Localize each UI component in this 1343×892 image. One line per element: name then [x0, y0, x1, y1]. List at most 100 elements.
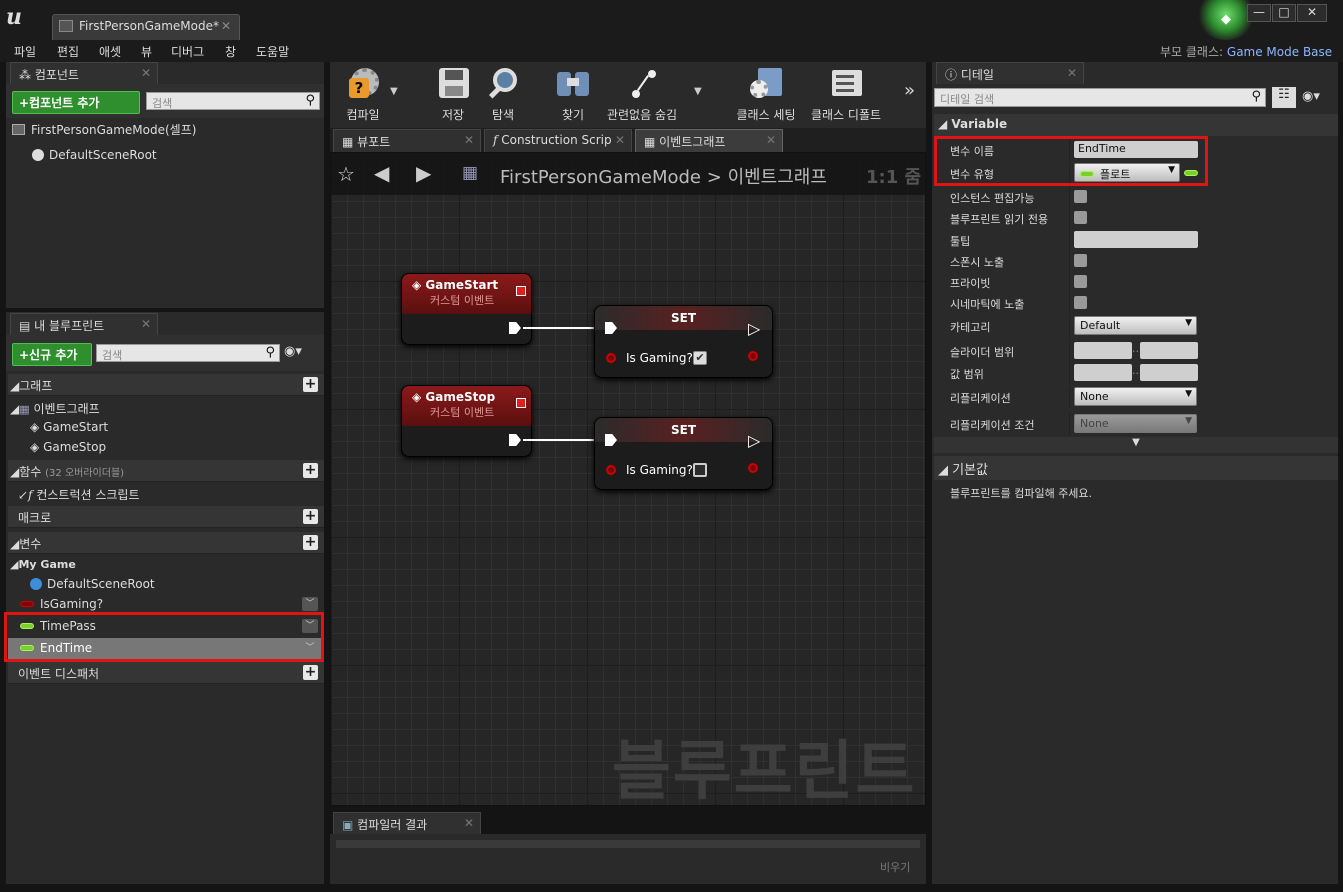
category-dropdown[interactable]: Default ▼ — [1074, 316, 1197, 335]
slider-range-min-input[interactable] — [1074, 342, 1132, 359]
tooltip-input[interactable] — [1074, 231, 1198, 248]
menu-view[interactable]: 뷰 — [141, 43, 152, 60]
close-tab-icon[interactable]: ✕ — [1067, 66, 1077, 80]
bool-input-pin[interactable] — [606, 353, 616, 363]
close-tab-icon[interactable]: ✕ — [141, 66, 151, 80]
private-checkbox[interactable] — [1074, 275, 1087, 288]
star-icon[interactable]: ☆ — [337, 162, 355, 186]
clear-button[interactable]: 비우기 — [880, 859, 910, 875]
bp-read-only-checkbox[interactable] — [1074, 211, 1087, 224]
slider-range-max-input[interactable] — [1140, 342, 1198, 359]
add-graph-button[interactable]: + — [303, 377, 318, 392]
category-macros[interactable]: 매크로 + — [8, 506, 324, 528]
back-arrow-icon[interactable]: ◀ — [374, 161, 389, 185]
exec-out-pin-icon[interactable]: ▷ — [748, 431, 760, 450]
category-event-dispatchers[interactable]: 이벤트 디스패처 + — [8, 662, 324, 684]
value-range-max-input[interactable] — [1140, 364, 1198, 381]
component-root[interactable]: FirstPersonGameMode(셀프) — [10, 118, 326, 140]
close-tab-icon[interactable]: ✕ — [464, 133, 474, 147]
eye-icon[interactable]: ◉▾ — [1302, 89, 1320, 104]
tab-viewport[interactable]: ▦ 뷰포트 ✕ — [333, 129, 481, 152]
exec-out-pin-icon[interactable]: ▷ — [748, 319, 760, 338]
event-item-gamestop[interactable]: ◈ GameStop — [28, 437, 324, 459]
chevron-down-icon[interactable]: ﹀ — [302, 597, 318, 611]
set-node[interactable]: SET — [594, 305, 773, 378]
variable-type-dropdown[interactable]: 플로트 ▼ — [1074, 163, 1180, 182]
hide-unrelated-chevron-icon[interactable]: ▼ — [694, 86, 702, 97]
chevron-down-icon[interactable]: ﹀ — [302, 619, 318, 633]
section-variable[interactable]: ◢ Variable — [934, 114, 1338, 136]
close-tab-icon[interactable]: ✕ — [221, 19, 231, 33]
close-tab-icon[interactable]: ✕ — [464, 816, 474, 830]
add-function-button[interactable]: + — [303, 463, 318, 478]
function-item-construction-script[interactable]: ↙f 컨스트럭션 스크립트 — [16, 483, 324, 505]
variable-item[interactable]: IsGaming? ﹀ — [18, 594, 324, 616]
chevron-down-icon[interactable]: ﹀ — [302, 641, 318, 655]
hide-unrelated-button[interactable]: 관련없음 숨김 — [596, 66, 688, 124]
components-search-input[interactable]: 검색 ⚲ — [146, 92, 320, 110]
value-range-min-input[interactable] — [1074, 364, 1132, 381]
checkbox-unchecked[interactable] — [693, 463, 707, 477]
replication-condition-dropdown[interactable]: None ▼ — [1074, 414, 1197, 433]
close-tab-icon[interactable]: ✕ — [141, 317, 151, 331]
tab-details[interactable]: ⓘ 디테일 ✕ — [936, 62, 1084, 84]
bool-input-pin[interactable] — [606, 465, 616, 475]
category-functions[interactable]: ◢함수 (32 오버라이더블) + — [8, 460, 324, 482]
tab-my-blueprint[interactable]: ▤ 내 블루프린트 ✕ — [10, 313, 158, 335]
add-dispatcher-button[interactable]: + — [303, 665, 318, 680]
breadcrumb-root[interactable]: FirstPersonGameMode — [500, 167, 701, 188]
event-node-gamestop[interactable]: ◈ GameStop 커스텀 이벤트 — [401, 385, 532, 457]
variable-name-input[interactable]: EndTime — [1074, 141, 1198, 158]
container-type-icon[interactable] — [1184, 170, 1198, 176]
my-blueprint-search-input[interactable]: 검색 ⚲ — [96, 344, 280, 362]
tab-construction-script[interactable]: f Construction Scrip ✕ — [484, 129, 632, 152]
browse-button[interactable]: 탐색 — [464, 66, 542, 124]
menu-asset[interactable]: 애셋 — [99, 43, 121, 60]
menu-debug[interactable]: 디버그 — [171, 43, 204, 60]
event-item-gamestart[interactable]: ◈ GameStart — [28, 417, 324, 439]
bool-output-pin[interactable] — [748, 463, 758, 473]
minimize-button[interactable]: — — [1247, 4, 1271, 22]
category-graphs[interactable]: ◢그래프 + — [8, 374, 324, 396]
close-tab-icon[interactable]: ✕ — [615, 133, 625, 147]
add-component-button[interactable]: +컴포넌트 추가 — [12, 91, 140, 114]
set-node[interactable]: SET — [594, 417, 773, 490]
instance-editable-checkbox[interactable] — [1074, 190, 1087, 203]
expose-cinematic-checkbox[interactable] — [1074, 296, 1087, 309]
variable-item[interactable]: TimePass ﹀ — [8, 616, 324, 638]
delegate-pin-icon[interactable] — [516, 398, 526, 408]
menu-edit[interactable]: 편집 — [57, 43, 79, 60]
menu-file[interactable]: 파일 — [14, 43, 36, 60]
class-settings-button[interactable]: 클래스 세팅 — [726, 66, 806, 124]
tab-event-graph[interactable]: ▦ 이벤트그래프 ✕ — [635, 129, 783, 152]
checkbox-checked[interactable]: ✔ — [693, 351, 707, 365]
tab-compiler-results[interactable]: ▣ 컴파일러 결과 ✕ — [333, 812, 481, 834]
graph-item-event-graph[interactable]: ◢▦ 이벤트그래프 — [8, 397, 324, 419]
menu-window[interactable]: 창 — [225, 43, 236, 60]
graduation-cap-icon[interactable]: ◆ — [1217, 12, 1235, 28]
class-defaults-button[interactable]: 클래스 디폴트 — [806, 66, 886, 124]
parent-class-link[interactable]: Game Mode Base — [1227, 45, 1332, 59]
details-search-input[interactable]: 디테일 검색 ⚲ — [934, 88, 1266, 107]
variable-item-selected[interactable]: EndTime ﹀ — [8, 638, 324, 660]
document-tab[interactable]: FirstPersonGameMode* ✕ — [52, 14, 240, 40]
variable-item[interactable]: DefaultSceneRoot — [28, 574, 324, 596]
tab-components[interactable]: ⁂ 컴포넌트 ✕ — [10, 62, 158, 84]
maximize-button[interactable]: □ — [1272, 4, 1296, 22]
compile-options-chevron-icon[interactable]: ▼ — [390, 86, 398, 97]
bool-output-pin[interactable] — [748, 351, 758, 361]
eye-icon[interactable]: ◉▾ — [284, 344, 302, 359]
add-new-button[interactable]: +신규 추가 — [12, 343, 92, 366]
component-default-scene-root[interactable]: DefaultSceneRoot — [30, 145, 346, 167]
category-variables[interactable]: ◢변수 + — [8, 532, 324, 554]
add-variable-button[interactable]: + — [303, 535, 318, 550]
breadcrumb-leaf[interactable]: 이벤트그래프 — [728, 167, 827, 188]
advanced-expand-icon[interactable]: ▼ — [934, 437, 1338, 453]
compile-button[interactable]: ? 컴파일 — [330, 66, 396, 124]
close-window-button[interactable]: ✕ — [1297, 4, 1327, 22]
replication-dropdown[interactable]: None ▼ — [1074, 387, 1197, 406]
menu-help[interactable]: 도움말 — [256, 43, 289, 60]
forward-arrow-icon[interactable]: ▶ — [416, 161, 431, 185]
expose-spawn-checkbox[interactable] — [1074, 254, 1087, 267]
close-tab-icon[interactable]: ✕ — [766, 133, 776, 147]
